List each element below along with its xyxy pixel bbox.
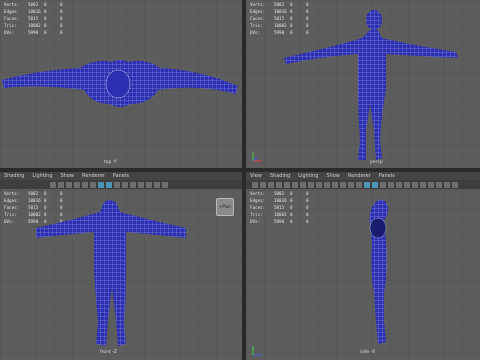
viewport-top[interactable]: Verts: 5002 0 0 Edges: 10016 0 0 Faces: 5015 0 0 … (0, 0, 242, 168)
camera-label: side -X (360, 350, 376, 355)
mesh-front-view[interactable] (0, 172, 242, 360)
mesh-persp-view[interactable] (246, 0, 480, 168)
mesh-top-view[interactable] (0, 0, 242, 168)
axis-gizmo (252, 346, 262, 356)
camera-label: front -Z (100, 350, 117, 355)
viewport-persp[interactable]: Verts: 5002 0 0 Edges: 10016 0 0 Faces: 5015 0 0 … (246, 0, 480, 168)
viewport-side[interactable]: View Shading Lighting Show Renderer Pane… (246, 172, 480, 360)
camera-label: top -Y (104, 160, 117, 165)
axis-gizmo (252, 152, 262, 162)
viewport-divider[interactable] (0, 168, 480, 172)
viewport-front[interactable]: Shading Lighting Show Renderer Panels Ve… (0, 172, 242, 360)
camera-label: persp (370, 160, 383, 165)
mesh-side-view[interactable] (246, 172, 480, 360)
viewport-divider[interactable] (242, 0, 246, 360)
viewport-layout: Verts: 5002 0 0 Edges: 10016 0 0 Faces: 5015 0 0 … (0, 0, 480, 360)
